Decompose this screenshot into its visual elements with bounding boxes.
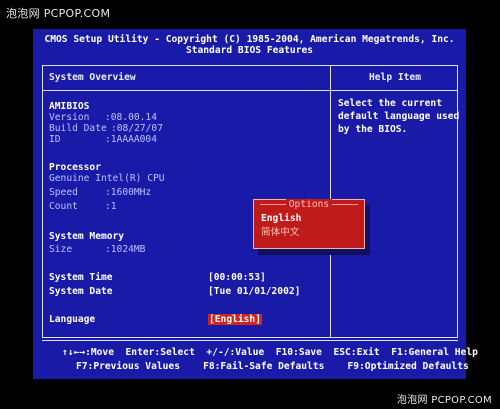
count-value: :1	[105, 201, 117, 212]
page-title: Standard BIOS Features	[185, 45, 314, 56]
watermark-bottom: 泡泡网 PCPOP.COM	[396, 395, 492, 406]
bios-header: CMOS Setup Utility - Copyright (C) 1985-…	[33, 29, 466, 60]
cpu-name: Genuine Intel(R) CPU	[49, 173, 165, 184]
option-simplified-chinese[interactable]: 简体中文	[261, 227, 299, 238]
count-label: Count	[49, 201, 78, 212]
watermark-top: 泡泡网 PCPOP.COM	[6, 7, 111, 20]
system-date-label: System Date	[49, 286, 113, 297]
id-label: ID	[49, 134, 61, 145]
footer-line-2: F7:Previous Values F8:Fail-Safe Defaults…	[76, 361, 469, 372]
build-date-label: Build Date	[49, 123, 107, 134]
version-label: Version	[49, 112, 90, 123]
key-help-footer: ↑↓←→:Move Enter:Select +/-/:Value F10:Sa…	[42, 344, 478, 376]
system-time-label: System Time	[49, 272, 113, 283]
bios-name: AMIBIOS	[49, 101, 90, 112]
option-english[interactable]: English	[261, 213, 301, 224]
memory-heading: System Memory	[49, 231, 125, 242]
memory-size-label: Size	[49, 244, 73, 255]
popup-title: Options	[285, 199, 333, 210]
speed-value: :1600MHz	[105, 187, 152, 198]
memory-size-value: :1024MB	[105, 244, 146, 255]
language-label: Language	[49, 314, 96, 325]
help-title-divider	[331, 90, 458, 91]
speed-label: Speed	[49, 187, 78, 198]
system-time-field[interactable]: [00:00:53]	[208, 272, 266, 283]
processor-heading: Processor	[49, 162, 101, 173]
overview-title-divider	[43, 90, 330, 91]
build-date-value: :08/27/07	[111, 123, 163, 134]
id-value: :1AAAA004	[105, 134, 157, 145]
language-options-popup: Options English 简体中文	[253, 199, 365, 249]
header-copyright: CMOS Setup Utility - Copyright (C) 1985-…	[44, 34, 455, 45]
footer-line-1: ↑↓←→:Move Enter:Select +/-/:Value F10:Sa…	[62, 347, 478, 358]
bios-screen: CMOS Setup Utility - Copyright (C) 1985-…	[33, 29, 478, 379]
help-text: Select the current default language used…	[338, 98, 460, 135]
language-field[interactable]: [English]	[208, 314, 262, 325]
footer-divider	[42, 340, 458, 341]
overview-title: System Overview	[49, 72, 136, 83]
help-title: Help Item	[369, 72, 421, 83]
main-panel: System Overview Help Item AMIBIOS Versio…	[42, 65, 460, 338]
version-value: :08.00.14	[105, 112, 157, 123]
system-date-field[interactable]: [Tue 01/01/2002]	[208, 286, 300, 297]
